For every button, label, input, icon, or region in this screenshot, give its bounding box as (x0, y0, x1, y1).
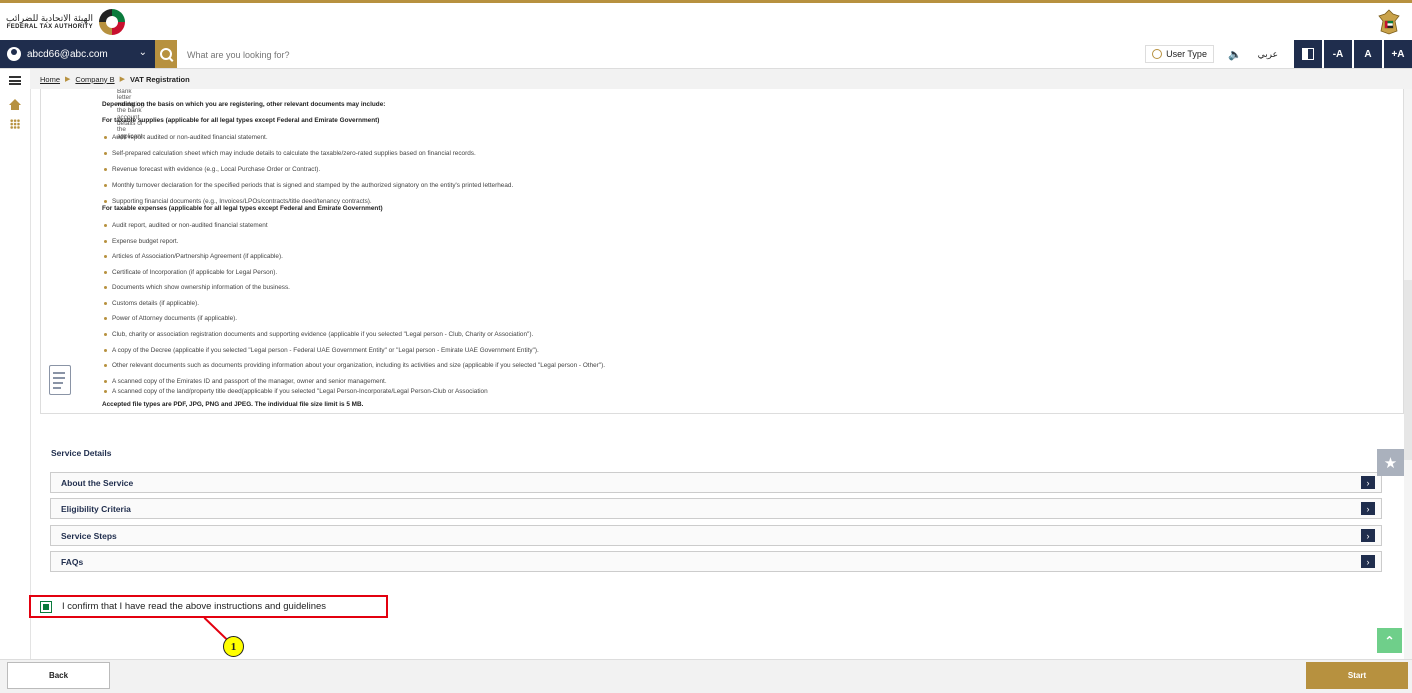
breadcrumb-separator-icon: ▶ (65, 76, 71, 83)
hamburger-icon (9, 75, 21, 85)
expenses-heading: For taxable expenses (applicable for all… (102, 205, 383, 212)
required-documents-panel: Bank letter validating the bank account … (40, 89, 1404, 414)
search-input[interactable] (185, 46, 489, 64)
list-item: Monthly turnover declaration for the spe… (103, 182, 514, 189)
user-type-button[interactable]: User Type (1145, 45, 1214, 63)
favorite-star-button[interactable]: ★ (1377, 449, 1404, 476)
list-item: Audit report, audited or non-audited fin… (104, 222, 268, 229)
language-toggle[interactable]: عربي (1258, 49, 1278, 60)
chevron-right-icon[interactable]: › (1361, 529, 1375, 542)
list-item: A scanned copy of the land/property titl… (104, 388, 488, 395)
list-item: Self-prepared calculation sheet which ma… (104, 150, 476, 157)
scroll-to-top-button[interactable]: ⌃ (1377, 628, 1402, 653)
list-item: Expense budget report. (103, 238, 179, 245)
breadcrumb: Home ▶ Company B ▶ VAT Registration (30, 69, 1412, 89)
rail-apps[interactable] (0, 113, 30, 135)
accordion-faqs[interactable]: FAQs › (50, 551, 1382, 572)
breadcrumb-separator-icon: ▶ (119, 76, 125, 83)
gear-icon (1152, 49, 1163, 59)
list-item: Articles of Association/Partnership Agre… (104, 253, 283, 260)
supplies-heading: For taxable supplies (applicable for all… (102, 117, 380, 124)
list-item: Customs details (if applicable). (103, 300, 200, 307)
top-nav: abcd66@abc.com ⌄ User Type 🔈 عربي -A A +… (0, 40, 1412, 69)
accordion-about-service[interactable]: About the Service › (50, 472, 1382, 493)
menu-button[interactable] (0, 69, 30, 91)
accordion-label: About the Service (61, 477, 134, 488)
accordion-service-steps[interactable]: Service Steps › (50, 525, 1382, 546)
brand-bar: الهيئة الاتحادية للضرائب FEDERAL TAX AUT… (0, 0, 1412, 40)
confirm-label: I confirm that I have read the above ins… (62, 601, 327, 612)
contrast-icon (1302, 48, 1314, 60)
home-icon (9, 99, 21, 110)
font-decrease-button[interactable]: -A (1324, 40, 1352, 68)
list-item: Audit report audited or non-audited fina… (104, 134, 268, 141)
search-icon (160, 48, 172, 60)
service-details-title: Service Details (51, 448, 112, 458)
search-button[interactable] (155, 40, 177, 68)
chevron-right-icon[interactable]: › (1361, 555, 1375, 568)
accordion-label: Eligibility Criteria (61, 503, 131, 514)
logo-name-en: FEDERAL TAX AUTHORITY (6, 23, 94, 30)
annotation-line (203, 617, 229, 641)
documents-intro: Depending on the basis on which you are … (102, 101, 386, 108)
list-item: Documents which show ownership informati… (104, 284, 290, 291)
left-rail (0, 69, 31, 659)
breadcrumb-home[interactable]: Home (40, 75, 60, 84)
breadcrumb-current: VAT Registration (129, 74, 190, 84)
user-email: abcd66@abc.com (27, 48, 108, 60)
font-normal-button[interactable]: A (1354, 40, 1382, 68)
list-item: Power of Attorney documents (if applicab… (103, 315, 238, 322)
confirm-checkbox-row[interactable]: I confirm that I have read the above ins… (29, 595, 388, 618)
list-item: A scanned copy of the Emirates ID and pa… (104, 378, 387, 385)
document-icon (49, 365, 71, 395)
double-chevron-up-icon: ⌃ (1384, 633, 1395, 648)
footer-bar: Back Start (0, 659, 1412, 693)
list-item: Revenue forecast with evidence (e.g., Lo… (103, 166, 321, 173)
chevron-right-icon[interactable]: › (1361, 476, 1375, 489)
user-type-label: User Type (1166, 49, 1207, 59)
uae-emblem-icon (1378, 9, 1400, 35)
font-increase-button[interactable]: +A (1384, 40, 1412, 68)
grid-icon (10, 119, 20, 129)
back-button[interactable]: Back (7, 662, 110, 689)
logo-name-ar: الهيئة الاتحادية للضرائب (6, 13, 94, 24)
nav-tools: User Type 🔈 عربي -A A +A (1145, 40, 1412, 68)
chevron-right-icon[interactable]: › (1361, 502, 1375, 515)
checkbox-checked-icon (43, 603, 49, 610)
accordion-label: Service Steps (61, 530, 117, 541)
star-icon: ★ (1383, 454, 1398, 472)
rail-home[interactable] (0, 91, 30, 113)
cut-off-line: Bank letter validating the bank account … (117, 89, 145, 140)
file-type-note: Accepted file types are PDF, JPG, PNG an… (102, 401, 364, 408)
fta-logo[interactable]: الهيئة الاتحادية للضرائب FEDERAL TAX AUT… (6, 7, 126, 37)
fta-logo-mark-icon (99, 9, 126, 35)
annotation-callout: 1 (223, 636, 244, 657)
confirm-checkbox[interactable] (40, 600, 52, 613)
logo-text: الهيئة الاتحادية للضرائب FEDERAL TAX AUT… (6, 13, 94, 30)
scrollbar-thumb[interactable] (1404, 280, 1412, 460)
breadcrumb-company[interactable]: Company B (75, 75, 114, 84)
user-avatar-icon (7, 47, 21, 61)
contrast-button[interactable] (1294, 40, 1322, 68)
list-item: Other relevant documents such as documen… (104, 362, 605, 369)
user-menu[interactable]: abcd66@abc.com ⌄ (0, 40, 155, 68)
speaker-icon[interactable]: 🔈 (1228, 48, 1242, 61)
start-button[interactable]: Start (1306, 662, 1408, 689)
list-item: Certificate of Incorporation (if applica… (103, 269, 278, 276)
list-item: Club, charity or association registratio… (103, 331, 534, 338)
accordion-eligibility[interactable]: Eligibility Criteria › (50, 498, 1382, 519)
accordion-label: FAQs (61, 556, 84, 567)
chevron-down-icon[interactable]: ⌄ (139, 47, 147, 58)
list-item: A copy of the Decree (applicable if you … (104, 347, 539, 354)
